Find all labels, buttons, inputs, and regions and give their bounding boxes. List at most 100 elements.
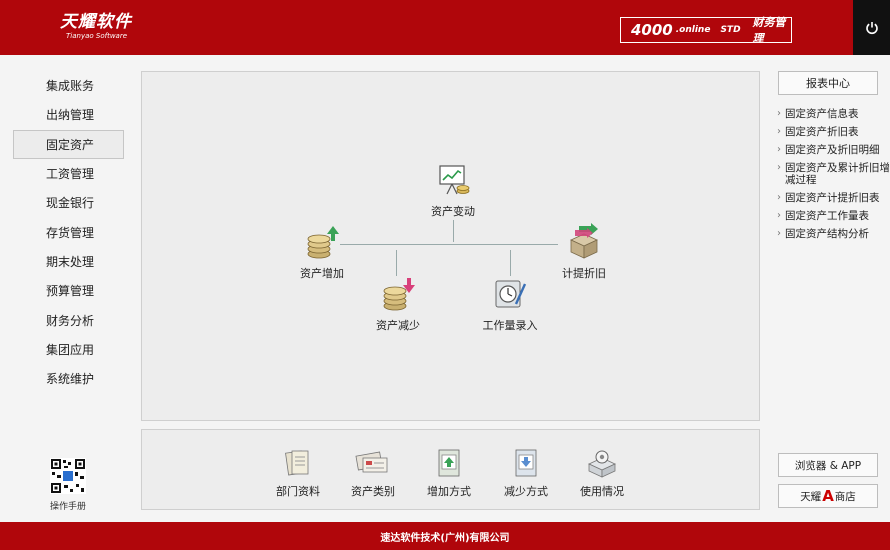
flow-label: 资产增加 [300, 267, 344, 280]
nav-item-label: 系统维护 [46, 372, 95, 387]
nav-item-label: 固定资产 [46, 137, 95, 152]
nav-item-label: 集团应用 [46, 342, 95, 357]
nav-item-integrated-accounts[interactable]: 集成账务 [13, 71, 124, 100]
documents-icon [285, 450, 309, 476]
nav-item-period-end[interactable]: 期末处理 [13, 247, 124, 276]
report-list: › 固定资产信息表 › 固定资产折旧表 › 固定资产及折旧明细 › 固定资产及累计折旧增… [777, 108, 890, 246]
nav-item-label: 存货管理 [46, 225, 95, 240]
settings-item-asset-category[interactable]: 资产类别 [343, 448, 403, 499]
settings-item-reduce-method[interactable]: 减少方式 [496, 448, 556, 499]
settings-label: 减少方式 [504, 485, 548, 498]
asset-category-icon [355, 451, 388, 473]
browser-app-button[interactable]: 浏览器 & APP [778, 453, 878, 477]
report-link[interactable]: › 固定资产工作量表 [777, 210, 890, 222]
nav-item-fixed-assets[interactable]: 固定资产 [13, 129, 124, 159]
nav-item-label: 财务分析 [46, 313, 95, 328]
report-link[interactable]: › 固定资产及累计折旧增减过程 [777, 162, 890, 186]
product-online: .online [675, 25, 711, 35]
power-button[interactable] [853, 0, 890, 55]
nav-item-label: 现金银行 [46, 196, 95, 211]
chevron-right-icon: › [777, 126, 781, 137]
flow-label: 工作量录入 [482, 319, 538, 332]
nav-item-cash-bank[interactable]: 现金银行 [13, 188, 124, 217]
power-icon [865, 21, 878, 34]
chevron-right-icon: › [777, 210, 781, 221]
product-badge: 4000 .online STD 财务管理 [620, 16, 792, 45]
asset-flow-panel: 资产变动 资产增加 资产减少 工作量录入 计提折旧 [141, 71, 760, 421]
report-link-label: 固定资产及累计折旧增减过程 [785, 162, 890, 186]
browser-app-label: 浏览器 & APP [794, 459, 862, 472]
chevron-right-icon: › [777, 108, 781, 119]
settings-label: 使用情况 [580, 485, 624, 498]
flow-node-asset-increase[interactable]: 资产增加 [296, 224, 348, 281]
store-suffix: 商店 [834, 490, 856, 503]
report-center-label: 报表中心 [806, 77, 850, 90]
report-link-label: 固定资产信息表 [785, 108, 859, 120]
nav-item-group[interactable]: 集团应用 [13, 335, 124, 364]
flow-label: 计提折旧 [562, 267, 606, 280]
nav-item-budget[interactable]: 预算管理 [13, 276, 124, 305]
report-link-label: 固定资产折旧表 [785, 126, 859, 138]
nav-item-label: 预算管理 [46, 284, 95, 299]
report-link[interactable]: › 固定资产及折旧明细 [777, 144, 890, 156]
company-name: 速达软件技术(广州)有限公司 [380, 532, 510, 544]
flow-node-depreciation[interactable]: 计提折旧 [558, 222, 610, 281]
product-number: 4000 [631, 21, 673, 39]
product-edition: STD [720, 25, 741, 35]
flow-label: 资产减少 [376, 319, 420, 332]
product-title: 财务管理 [752, 16, 786, 45]
settings-item-usage[interactable]: 使用情况 [572, 448, 632, 499]
clock-pen-icon [495, 280, 527, 308]
header-bar: 天耀软件 Tianyao Software 4000 .online STD 财… [0, 0, 890, 55]
nav-item-label: 集成账务 [46, 79, 95, 94]
report-link[interactable]: › 固定资产信息表 [777, 108, 890, 120]
nav-item-financial-analysis[interactable]: 财务分析 [13, 305, 124, 334]
flow-label: 资产变动 [431, 205, 475, 218]
settings-item-add-method[interactable]: 增加方式 [419, 448, 479, 499]
footer-bar: 速达软件技术(广州)有限公司 [0, 522, 890, 550]
manual-link[interactable]: 操作手册 [47, 458, 89, 512]
settings-label: 部门资料 [276, 485, 320, 498]
add-method-icon [438, 449, 460, 477]
report-link[interactable]: › 固定资产折旧表 [777, 126, 890, 138]
nav-item-label: 出纳管理 [46, 108, 95, 123]
nav-item-cashier[interactable]: 出纳管理 [13, 100, 124, 129]
flow-line-change [453, 220, 454, 242]
report-link-label: 固定资产结构分析 [785, 228, 869, 240]
report-link-label: 固定资产工作量表 [785, 210, 869, 222]
nav-item-label: 工资管理 [46, 167, 95, 182]
nav-item-payroll[interactable]: 工资管理 [13, 159, 124, 188]
module-nav: 集成账务 出纳管理 固定资产 工资管理 现金银行 存货管理 期末处理 预算管理 … [13, 71, 124, 393]
report-link-label: 固定资产计提折旧表 [785, 192, 880, 204]
report-link-label: 固定资产及折旧明细 [785, 144, 880, 156]
presentation-chart-icon [439, 165, 470, 195]
report-link[interactable]: › 固定资产结构分析 [777, 228, 890, 240]
reduce-method-icon [515, 449, 537, 477]
store-prefix: 天耀 [800, 490, 822, 503]
usage-icon [588, 450, 616, 478]
flow-line-workload [510, 250, 511, 276]
chevron-right-icon: › [777, 228, 781, 239]
settings-item-departments[interactable]: 部门资料 [268, 448, 328, 499]
settings-label: 资产类别 [351, 485, 395, 498]
logo-en: Tianyao Software [66, 32, 128, 40]
nav-item-inventory[interactable]: 存货管理 [13, 217, 124, 246]
app-store-button[interactable]: 天耀 A 商店 [778, 484, 878, 508]
box-arrows-icon [570, 223, 598, 259]
report-center-button[interactable]: 报表中心 [778, 71, 878, 95]
coins-up-icon [307, 226, 339, 259]
qr-code-icon [50, 458, 86, 494]
logo-cn: 天耀软件 [60, 12, 132, 32]
report-link[interactable]: › 固定资产计提折旧表 [777, 192, 890, 204]
coins-down-icon [383, 278, 415, 311]
chevron-right-icon: › [777, 162, 781, 173]
manual-label: 操作手册 [49, 502, 86, 512]
flow-node-asset-change[interactable]: 资产变动 [429, 162, 477, 219]
flow-node-asset-decrease[interactable]: 资产减少 [372, 276, 424, 333]
nav-item-system[interactable]: 系统维护 [13, 364, 124, 393]
flow-line-main [340, 244, 558, 245]
flow-node-workload-entry[interactable]: 工作量录入 [480, 276, 540, 333]
nav-item-label: 期末处理 [46, 254, 95, 269]
base-settings-panel: 部门资料 资产类别 增加方式 减少方式 使用情况 [141, 429, 760, 510]
settings-label: 增加方式 [427, 485, 471, 498]
